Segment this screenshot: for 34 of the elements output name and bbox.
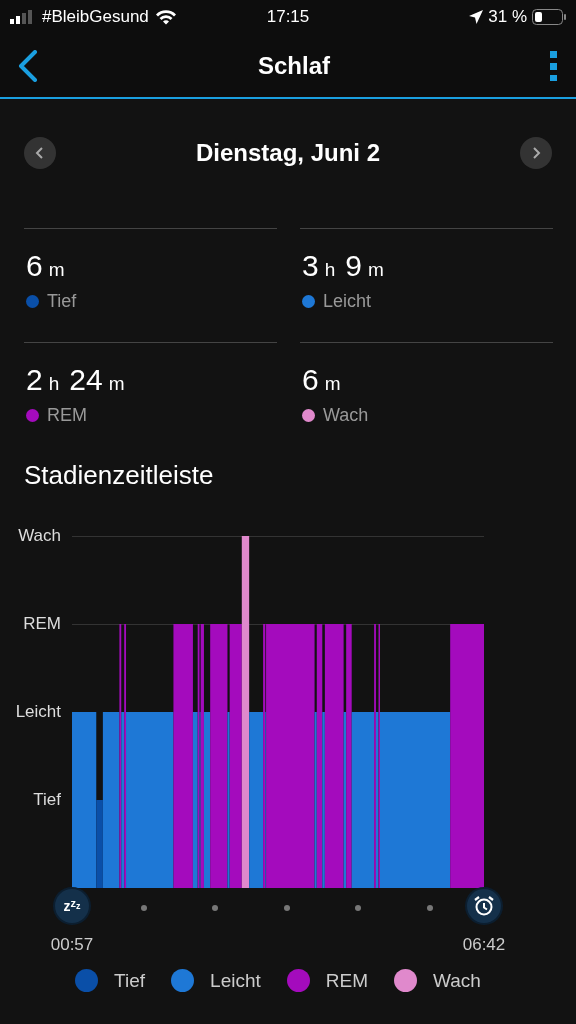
axis-label: Tief xyxy=(33,790,61,810)
duration-value: 6 m xyxy=(301,363,342,398)
date-label: Dienstag, Juni 2 xyxy=(195,139,380,167)
axis-label: Leicht xyxy=(15,702,61,722)
next-day-button[interactable] xyxy=(520,137,552,169)
location-arrow-icon xyxy=(469,10,484,24)
legend-label: Tief xyxy=(114,969,146,992)
stage-label: Tief xyxy=(47,291,77,312)
back-chevron-icon xyxy=(18,49,38,82)
axis-label: Wach xyxy=(18,526,61,546)
start-time: 00:57 xyxy=(50,935,94,955)
clock-time: 17:15 xyxy=(266,7,310,26)
battery-icon xyxy=(532,9,566,25)
stage-label: REM xyxy=(47,405,87,426)
screen-title: Schlaf xyxy=(258,51,330,80)
duration-value: 6 m xyxy=(25,249,66,284)
alarm-clock-icon xyxy=(467,889,501,923)
carrier-name: #BleibGesund xyxy=(42,7,149,27)
battery-percent: 31 % xyxy=(488,7,527,27)
axis-label: REM xyxy=(23,614,61,634)
duration-value: 3 h 9 m xyxy=(301,249,385,284)
end-time: 06:42 xyxy=(462,935,506,955)
legend-label: Leicht xyxy=(210,969,261,992)
menu-dots-icon xyxy=(550,50,558,81)
legend-label: REM xyxy=(325,969,368,992)
stage-label: Wach xyxy=(323,405,369,426)
right-chevron-icon xyxy=(531,146,541,160)
left-chevron-icon xyxy=(35,146,45,160)
stage-label: Leicht xyxy=(323,291,372,312)
duration-value: 2 h 24 m xyxy=(25,363,126,398)
legend-label: Wach xyxy=(433,969,481,992)
wifi-icon xyxy=(154,9,177,25)
section-heading: Stadienzeitleiste xyxy=(24,460,215,492)
previous-day-button[interactable] xyxy=(24,137,56,169)
